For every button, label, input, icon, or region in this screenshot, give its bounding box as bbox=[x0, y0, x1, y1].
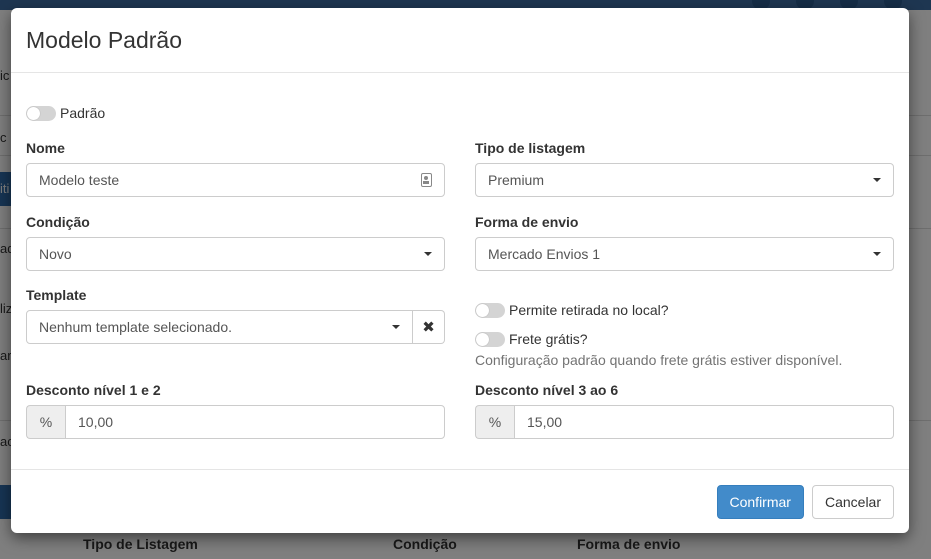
forma-envio-select[interactable]: Mercado Envios 1 bbox=[475, 237, 894, 271]
modal-body: Padrão Nome Modelo teste Tipo de listage… bbox=[11, 73, 909, 469]
nome-label: Nome bbox=[26, 140, 65, 156]
frete-toggle-row[interactable]: Frete grátis? bbox=[475, 331, 588, 347]
modal-title: Modelo Padrão bbox=[26, 26, 182, 53]
template-label: Template bbox=[26, 287, 87, 303]
nome-value: Modelo teste bbox=[39, 172, 120, 188]
desconto-3-6-label: Desconto nível 3 ao 6 bbox=[475, 382, 619, 398]
desconto-1-2-input[interactable]: 10,00 bbox=[65, 405, 445, 439]
modal-header: Modelo Padrão bbox=[11, 8, 909, 73]
desconto-1-2-group: % 10,00 bbox=[26, 405, 445, 439]
confirm-button[interactable]: Confirmar bbox=[716, 484, 804, 519]
padrao-toggle[interactable] bbox=[26, 105, 56, 121]
tipo-listagem-value: Premium bbox=[488, 172, 545, 188]
nome-input[interactable]: Modelo teste bbox=[26, 163, 445, 197]
frete-help-text: Configuração padrão quando frete grátis … bbox=[475, 352, 843, 368]
caret-down-icon bbox=[424, 252, 432, 256]
template-clear-button[interactable]: ✖ bbox=[413, 310, 445, 344]
padrao-toggle-row[interactable]: Padrão bbox=[26, 105, 105, 121]
caret-down-icon bbox=[392, 325, 400, 329]
template-select[interactable]: Nenhum template selecionado. bbox=[26, 310, 413, 344]
desconto-3-6-group: % 15,00 bbox=[475, 405, 894, 439]
condicao-value: Novo bbox=[39, 246, 72, 262]
padrao-toggle-label: Padrão bbox=[60, 105, 106, 121]
desconto-1-2-label: Desconto nível 1 e 2 bbox=[26, 382, 161, 398]
desconto-1-2-value: 10,00 bbox=[78, 414, 114, 430]
condicao-select[interactable]: Novo bbox=[26, 237, 445, 271]
condicao-label: Condição bbox=[26, 214, 90, 230]
forma-envio-value: Mercado Envios 1 bbox=[488, 246, 601, 262]
desconto-3-6-value: 15,00 bbox=[527, 414, 563, 430]
retirada-toggle[interactable] bbox=[475, 302, 505, 318]
times-icon: ✖ bbox=[422, 319, 435, 336]
caret-down-icon bbox=[873, 252, 881, 256]
template-placeholder: Nenhum template selecionado. bbox=[39, 319, 233, 335]
tipo-listagem-label: Tipo de listagem bbox=[475, 140, 586, 156]
template-input-group: Nenhum template selecionado. ✖ bbox=[26, 310, 445, 344]
percent-addon: % bbox=[26, 405, 65, 439]
cancel-button[interactable]: Cancelar bbox=[811, 484, 894, 519]
frete-toggle[interactable] bbox=[475, 331, 505, 347]
tipo-listagem-select[interactable]: Premium bbox=[475, 163, 894, 197]
contact-card-icon bbox=[421, 173, 432, 187]
retirada-toggle-row[interactable]: Permite retirada no local? bbox=[475, 302, 669, 318]
caret-down-icon bbox=[873, 178, 881, 182]
modelo-padrao-dialog: Modelo Padrão Padrão Nome Modelo teste T… bbox=[11, 8, 909, 533]
modal-footer: Confirmar Cancelar bbox=[11, 469, 909, 533]
frete-toggle-label: Frete grátis? bbox=[509, 331, 588, 347]
retirada-toggle-label: Permite retirada no local? bbox=[509, 302, 669, 318]
desconto-3-6-input[interactable]: 15,00 bbox=[514, 405, 894, 439]
percent-addon: % bbox=[475, 405, 514, 439]
forma-envio-label: Forma de envio bbox=[475, 214, 579, 230]
